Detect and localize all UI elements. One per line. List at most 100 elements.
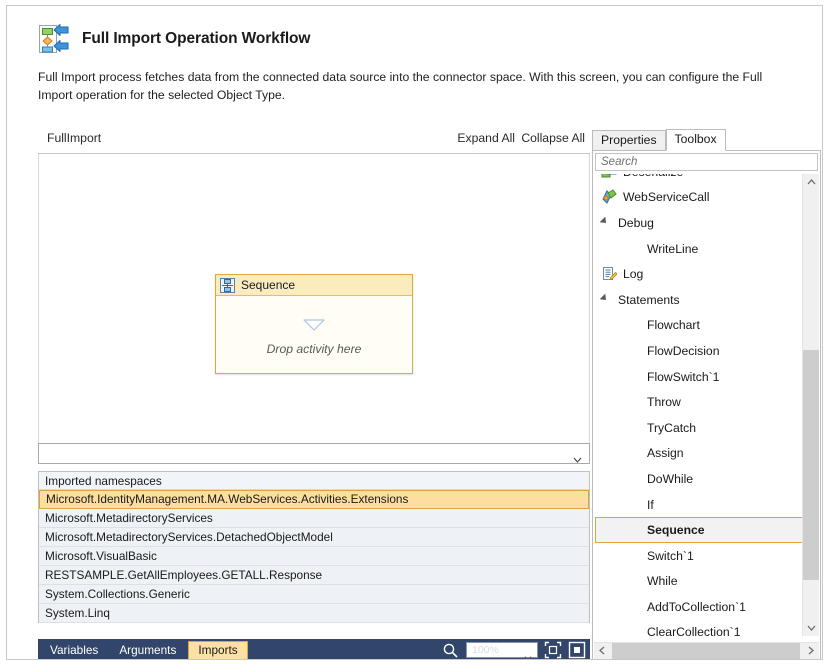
search-input[interactable]: Search xyxy=(595,153,818,171)
imported-namespaces-list[interactable]: Imported namespaces Microsoft.IdentityMa… xyxy=(38,471,590,623)
list-item[interactable]: Microsoft.IdentityManagement.MA.WebServi… xyxy=(39,490,589,509)
chevron-down-icon[interactable] xyxy=(573,450,582,463)
toolbox-item-label: FlowDecision xyxy=(647,343,720,358)
tab-imports[interactable]: Imports xyxy=(188,640,248,659)
chevron-up-icon xyxy=(807,178,816,187)
scroll-down-button[interactable] xyxy=(803,620,819,636)
toolbox-item-label: Sequence xyxy=(647,523,705,538)
designer-canvas[interactable]: Sequence Drop activity here xyxy=(38,154,590,444)
sequence-activity-body[interactable]: Drop activity here xyxy=(216,296,412,373)
tab-toolbox[interactable]: Toolbox xyxy=(665,129,726,151)
workflow-import-icon xyxy=(38,23,70,55)
toolbox-item-label: WriteLine xyxy=(647,241,699,256)
toolbox-item-label: Flowchart xyxy=(647,318,700,333)
designer-toolbar: FullImport Expand All Collapse All xyxy=(38,129,590,154)
toolbox-panel-body: Search Deserialize xyxy=(592,150,821,659)
toolbox-item-label: Log xyxy=(623,267,644,282)
sequence-activity-title: Sequence xyxy=(241,278,296,292)
sequence-icon xyxy=(220,277,235,293)
toolbox-item-addtocollection[interactable]: AddToCollection`1 xyxy=(595,594,803,620)
imports-area: Imported namespaces Microsoft.IdentityMa… xyxy=(38,443,590,623)
webservicecall-icon xyxy=(601,189,617,205)
list-item[interactable]: Microsoft.VisualBasic xyxy=(39,547,589,566)
fit-to-screen-icon[interactable] xyxy=(544,641,562,659)
page-description: Full Import process fetches data from th… xyxy=(38,70,763,102)
log-icon xyxy=(601,266,618,282)
panel-tab-strip: Properties Toolbox xyxy=(592,129,821,151)
zoom-level-value: 100% xyxy=(472,644,499,656)
deserialize-icon xyxy=(601,174,617,180)
toolbox-category-statements[interactable]: Statements xyxy=(595,287,803,313)
chevron-down-icon[interactable] xyxy=(524,648,532,659)
toolbox-item-throw[interactable]: Throw xyxy=(595,389,803,415)
overview-map-icon[interactable] xyxy=(568,641,586,659)
chevron-expanded-icon[interactable] xyxy=(599,216,613,230)
toolbox-item-label: TryCatch xyxy=(647,420,696,435)
toolbox-category-debug[interactable]: Debug xyxy=(595,210,803,236)
search-placeholder: Search xyxy=(601,156,638,168)
toolbox-item-assign[interactable]: Assign xyxy=(595,441,803,467)
magnifier-icon[interactable] xyxy=(442,642,459,659)
toolbox-item-label: AddToCollection`1 xyxy=(647,599,746,614)
chevron-expanded-icon[interactable] xyxy=(599,293,613,307)
toolbox-item-label: DoWhile xyxy=(647,471,694,486)
tab-arguments[interactable]: Arguments xyxy=(110,641,185,659)
collapse-all-link[interactable]: Collapse All xyxy=(521,131,585,145)
toolbox-item-writeline[interactable]: WriteLine xyxy=(595,236,803,262)
toolbox-item-deserialize[interactable]: Deserialize xyxy=(595,174,803,185)
scroll-up-button[interactable] xyxy=(803,174,819,190)
workflow-designer-panel: FullImport Expand All Collapse All Seque… xyxy=(38,129,590,623)
toolbox-item-if[interactable]: If xyxy=(595,492,803,518)
toolbox-category-label: Debug xyxy=(618,215,654,230)
chevron-right-icon xyxy=(808,646,814,657)
namespaces-column-header: Imported namespaces xyxy=(39,472,589,490)
scroll-left-button[interactable] xyxy=(594,643,610,659)
toolbox-tree[interactable]: Deserialize WebServiceCall Debug xyxy=(595,174,803,636)
toolbox-item-flowswitch[interactable]: FlowSwitch`1 xyxy=(595,364,803,390)
toolbox-item-label: If xyxy=(647,497,654,512)
toolbox-item-label: Throw xyxy=(647,395,681,410)
toolbox-item-dowhile[interactable]: DoWhile xyxy=(595,466,803,492)
toolbox-item-switch[interactable]: Switch`1 xyxy=(595,543,803,569)
tab-properties[interactable]: Properties xyxy=(592,130,666,151)
scrollbar-thumb[interactable] xyxy=(612,643,800,659)
toolbox-item-log[interactable]: Log xyxy=(595,261,803,287)
list-item[interactable]: System.Collections.Generic xyxy=(39,585,589,604)
designer-status-bar: Variables Arguments Imports 100% xyxy=(38,639,590,659)
toolbox-item-label: ClearCollection`1 xyxy=(647,625,741,636)
toolbox-item-label: Switch`1 xyxy=(647,548,694,563)
chevron-down-icon xyxy=(807,624,816,633)
toolbox-item-flowchart[interactable]: Flowchart xyxy=(595,313,803,339)
namespace-combo-input[interactable] xyxy=(38,443,590,464)
toolbox-vertical-scrollbar[interactable] xyxy=(802,174,819,636)
toolbox-item-label: Assign xyxy=(647,446,684,461)
drop-activity-hint: Drop activity here xyxy=(266,342,362,356)
page-title: Full Import Operation Workflow xyxy=(82,30,311,47)
toolbox-item-label: WebServiceCall xyxy=(623,190,710,205)
scrollbar-thumb[interactable] xyxy=(803,350,819,580)
breadcrumb[interactable]: FullImport xyxy=(47,131,101,145)
toolbox-item-clearcollection[interactable]: ClearCollection`1 xyxy=(595,620,803,636)
sequence-activity-box[interactable]: Sequence Drop activity here xyxy=(215,274,413,374)
list-item[interactable]: Microsoft.MetadirectoryServices xyxy=(39,509,589,528)
drop-target-triangle-icon xyxy=(303,318,325,331)
toolbox-item-label: Deserialize xyxy=(623,174,683,179)
toolbox-item-while[interactable]: While xyxy=(595,569,803,595)
title-row: Full Import Operation Workflow xyxy=(38,23,310,55)
expand-all-link[interactable]: Expand All xyxy=(457,131,515,145)
toolbox-item-label: FlowSwitch`1 xyxy=(647,369,720,384)
toolbox-horizontal-scrollbar[interactable] xyxy=(594,642,819,659)
toolbox-item-sequence[interactable]: Sequence xyxy=(595,517,803,543)
chevron-left-icon xyxy=(599,646,605,657)
tab-variables[interactable]: Variables xyxy=(41,641,107,659)
list-item[interactable]: System.Linq xyxy=(39,604,589,623)
list-item[interactable]: RESTSAMPLE.GetAllEmployees.GETALL.Respon… xyxy=(39,566,589,585)
page-header: Full Import Operation Workflow Full Impo… xyxy=(7,6,822,118)
toolbox-item-trycatch[interactable]: TryCatch xyxy=(595,415,803,441)
scroll-right-button[interactable] xyxy=(803,643,819,659)
list-item[interactable]: Microsoft.MetadirectoryServices.Detached… xyxy=(39,528,589,547)
workflow-configuration-window: Full Import Operation Workflow Full Impo… xyxy=(6,5,823,660)
toolbox-item-flowdecision[interactable]: FlowDecision xyxy=(595,338,803,364)
toolbox-item-webservicecall[interactable]: WebServiceCall xyxy=(595,185,803,211)
zoom-level-select[interactable]: 100% xyxy=(466,642,538,659)
